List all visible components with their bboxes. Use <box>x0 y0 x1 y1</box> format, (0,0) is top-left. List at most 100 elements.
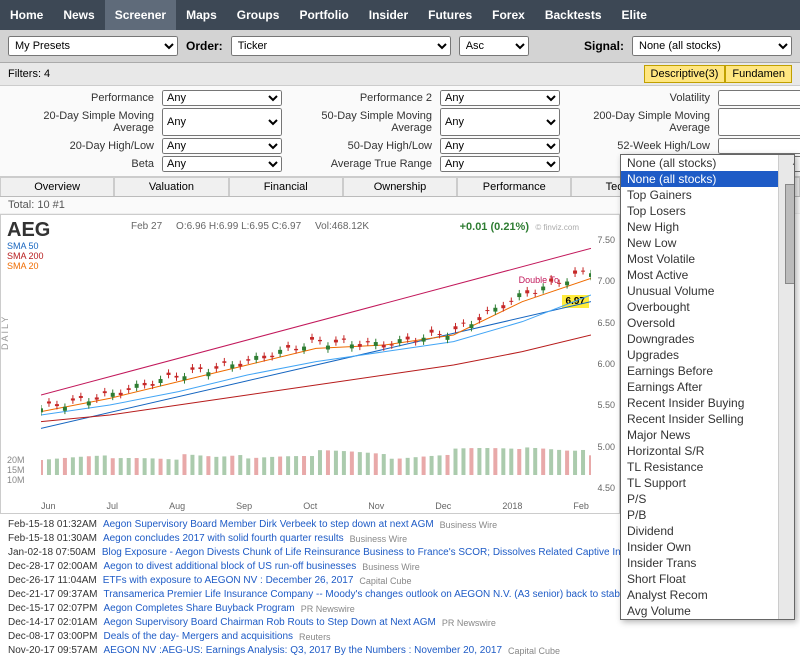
news-headline[interactable]: Aegon to divest additional block of US r… <box>104 560 357 574</box>
price-chart[interactable]: AEG SMA 50 SMA 200 SMA 20 Feb 27 O:6.96 … <box>0 214 620 514</box>
nav-portfolio[interactable]: Portfolio <box>289 0 358 30</box>
tab-ownership[interactable]: Ownership <box>343 177 457 196</box>
news-headline[interactable]: ETFs with exposure to AEGON NV : Decembe… <box>103 574 354 588</box>
signal-option[interactable]: Insider Trans <box>621 555 794 571</box>
signal-dropdown[interactable]: None (all stocks)None (all stocks)Top Ga… <box>620 154 795 620</box>
news-datetime: Dec-15-17 02:07PM <box>8 602 98 616</box>
signal-option[interactable]: Oversold <box>621 315 794 331</box>
nav-groups[interactable]: Groups <box>227 0 290 30</box>
signal-option[interactable]: None (all stocks) <box>621 171 794 187</box>
nav-elite[interactable]: Elite <box>612 0 657 30</box>
signal-option[interactable]: Recent Insider Buying <box>621 395 794 411</box>
signal-option[interactable]: Insider Own <box>621 539 794 555</box>
news-headline[interactable]: Transamerica Premier Life Insurance Comp… <box>104 588 692 602</box>
filter-label: Average True Range <box>286 156 436 172</box>
signal-option[interactable]: Top Losers <box>621 203 794 219</box>
dropdown-scrollbar[interactable]: ▲ <box>778 155 794 619</box>
news-source: Business Wire <box>440 518 498 532</box>
news-headline[interactable]: Aegon concludes 2017 with solid fourth q… <box>103 532 344 546</box>
filter-select[interactable] <box>718 138 800 154</box>
nav-backtests[interactable]: Backtests <box>535 0 612 30</box>
filter-select[interactable]: Any <box>162 90 282 106</box>
nav-maps[interactable]: Maps <box>176 0 227 30</box>
nav-news[interactable]: News <box>53 0 104 30</box>
signal-option[interactable]: New Low <box>621 235 794 251</box>
signal-option[interactable]: Top Gainers <box>621 187 794 203</box>
news-headline[interactable]: Aegon Supervisory Board Member Dirk Verb… <box>103 518 434 532</box>
filters-summary-row: Filters: 4 Descriptive(3) Fundamen <box>0 63 800 86</box>
descriptive-filters-button[interactable]: Descriptive(3) <box>644 65 726 83</box>
news-source: PR Newswire <box>301 602 355 616</box>
filter-select[interactable] <box>718 90 800 106</box>
signal-option[interactable]: TL Support <box>621 475 794 491</box>
signal-option[interactable]: P/S <box>621 491 794 507</box>
signal-option[interactable]: Most Volatile <box>621 251 794 267</box>
news-datetime: Feb-15-18 01:32AM <box>8 518 97 532</box>
news-datetime: Dec-08-17 03:00PM <box>8 630 98 644</box>
signal-option[interactable]: Upgrades <box>621 347 794 363</box>
news-source: Capital Cube <box>508 644 560 658</box>
news-headline[interactable]: Deals of the day- Mergers and acquisitio… <box>104 630 294 644</box>
news-datetime: Dec-28-17 02:00AM <box>8 560 98 574</box>
filter-select[interactable]: Any <box>162 138 282 154</box>
fundamental-filters-button[interactable]: Fundamen <box>725 65 792 83</box>
nav-forex[interactable]: Forex <box>482 0 535 30</box>
presets-select[interactable]: My Presets <box>8 36 178 56</box>
news-datetime: Dec-21-17 09:37AM <box>8 588 98 602</box>
signal-option[interactable]: P/B <box>621 507 794 523</box>
ohlc-readout: Feb 27 O:6.96 H:6.99 L:6.95 C:6.97 Vol:4… <box>131 221 369 232</box>
signal-select[interactable]: None (all stocks) <box>632 36 792 56</box>
nav-screener[interactable]: Screener <box>105 0 176 30</box>
signal-option[interactable]: Earnings Before <box>621 363 794 379</box>
order-select[interactable]: Ticker <box>231 36 451 56</box>
main-nav: HomeNewsScreenerMapsGroupsPortfolioInsid… <box>0 0 800 30</box>
news-headline[interactable]: Aegon Supervisory Board Chairman Rob Rou… <box>104 616 436 630</box>
signal-option[interactable]: Overbought <box>621 299 794 315</box>
filter-label: 20-Day High/Low <box>8 138 158 154</box>
signal-option[interactable]: TL Resistance <box>621 459 794 475</box>
direction-select[interactable]: Asc <box>459 36 529 56</box>
signal-option[interactable]: New High <box>621 219 794 235</box>
signal-option[interactable]: Earnings After <box>621 379 794 395</box>
sma200-label: SMA 200 <box>7 251 44 261</box>
news-datetime: Jan-02-18 07:50AM <box>8 546 96 560</box>
signal-label: Signal: <box>584 39 624 53</box>
signal-option[interactable]: Dividend <box>621 523 794 539</box>
signal-option[interactable]: Recent Insider Selling <box>621 411 794 427</box>
signal-option[interactable]: None (all stocks) <box>621 155 794 171</box>
signal-option[interactable]: Short Float <box>621 571 794 587</box>
signal-option[interactable]: Most Active <box>621 267 794 283</box>
news-source: PR Newswire <box>442 616 496 630</box>
filter-select[interactable]: Any <box>440 90 560 106</box>
filter-label: 200-Day Simple Moving Average <box>564 108 714 136</box>
scroll-thumb[interactable] <box>785 184 795 284</box>
filter-select[interactable]: Any <box>440 156 560 172</box>
tab-overview[interactable]: Overview <box>0 177 114 196</box>
side-panel: None (all stocks)None (all stocks)Top Ga… <box>620 214 800 514</box>
filter-label: 52-Week High/Low <box>564 138 714 154</box>
filter-select[interactable]: Any <box>162 108 282 136</box>
filter-select[interactable] <box>718 108 800 136</box>
news-headline[interactable]: Aegon Completes Share Buyback Program <box>104 602 295 616</box>
signal-option[interactable]: Avg Volume <box>621 603 794 619</box>
nav-futures[interactable]: Futures <box>418 0 482 30</box>
filter-label: Beta <box>8 156 158 172</box>
filter-select[interactable]: Any <box>162 156 282 172</box>
tab-financial[interactable]: Financial <box>229 177 343 196</box>
nav-home[interactable]: Home <box>0 0 53 30</box>
signal-option[interactable]: Major News <box>621 427 794 443</box>
signal-option[interactable]: Analyst Recom <box>621 587 794 603</box>
signal-option[interactable]: Downgrades <box>621 331 794 347</box>
filter-label: Performance 2 <box>286 90 436 106</box>
filter-select[interactable]: Any <box>440 138 560 154</box>
signal-option[interactable]: Horizontal S/R <box>621 443 794 459</box>
x-axis: JunJulAugSepOctNovDec2018Feb <box>41 501 589 511</box>
tab-valuation[interactable]: Valuation <box>114 177 228 196</box>
filter-select[interactable]: Any <box>440 108 560 136</box>
scroll-up-icon[interactable]: ▲ <box>785 156 795 168</box>
news-headline[interactable]: AEGON NV :AEG-US: Earnings Analysis: Q3,… <box>104 644 503 658</box>
news-headline[interactable]: Blog Exposure - Aegon Divests Chunk of L… <box>102 546 702 560</box>
nav-insider[interactable]: Insider <box>359 0 418 30</box>
signal-option[interactable]: Unusual Volume <box>621 283 794 299</box>
tab-performance[interactable]: Performance <box>457 177 571 196</box>
